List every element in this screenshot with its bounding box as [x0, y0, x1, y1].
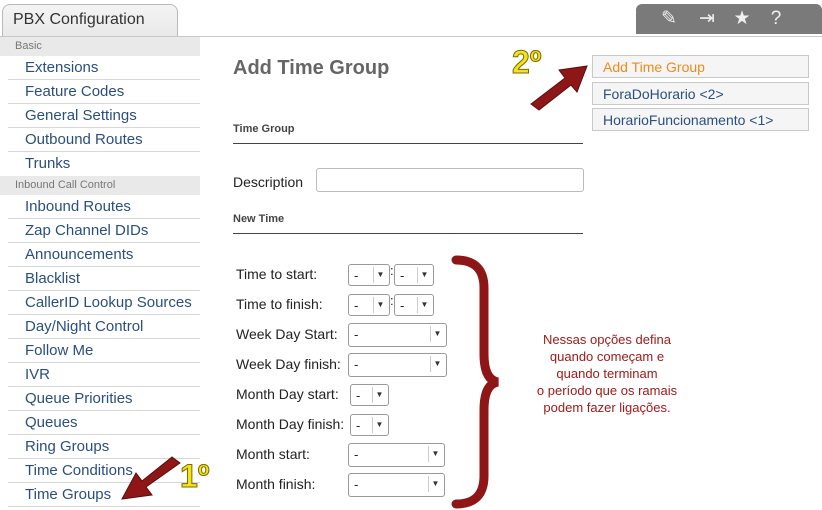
time-group-item-horariofuncionamento[interactable]: HorarioFuncionamento <1> [592, 108, 809, 131]
sidebar-item-general-settings[interactable]: General Settings [8, 104, 200, 128]
chevron-down-icon: ▼ [373, 267, 387, 283]
description-label: Description [233, 174, 304, 190]
month-day-start-label: Month Day start: [236, 386, 339, 402]
sidebar-item-blacklist[interactable]: Blacklist [8, 267, 200, 291]
sidebar-item-queues[interactable]: Queues [8, 411, 200, 435]
sidebar-item-follow-me[interactable]: Follow Me [8, 339, 200, 363]
chevron-down-icon: ▼ [428, 476, 442, 492]
curly-brace-icon [451, 255, 500, 509]
month-day-finish-select[interactable]: - ▼ [350, 414, 389, 436]
sidebar-section-inbound: Inbound Call Control [0, 176, 200, 195]
annotation-note: Nessas opções defina quando começam e qu… [520, 331, 694, 416]
sidebar-item-ivr[interactable]: IVR [8, 363, 200, 387]
sidebar-item-outbound-routes[interactable]: Outbound Routes [8, 128, 200, 152]
select-value: - [354, 298, 359, 313]
select-value: - [354, 357, 359, 372]
chevron-down-icon: ▼ [417, 297, 431, 313]
arrow-step1-icon [121, 456, 181, 500]
month-start-label: Month start: [236, 446, 310, 462]
select-value: - [354, 327, 359, 342]
select-value: - [354, 477, 359, 492]
select-value: - [356, 388, 361, 403]
chevron-down-icon: ▼ [430, 326, 444, 342]
help-icon[interactable]: ? [763, 7, 789, 31]
select-value: - [400, 268, 405, 283]
time-start-minute-select[interactable]: - ▼ [394, 264, 434, 286]
time-group-item-foradohorario[interactable]: ForaDoHorario <2> [592, 82, 809, 105]
chevron-down-icon: ▼ [428, 446, 442, 462]
select-value: - [354, 447, 359, 462]
month-day-start-select[interactable]: - ▼ [350, 384, 389, 406]
note-line: quando terminam [556, 366, 658, 381]
section-time-group: Time Group [233, 123, 583, 144]
week-start-label: Week Day Start: [236, 326, 338, 342]
step-2-marker: 2º [511, 44, 542, 81]
week-start-select[interactable]: - ▼ [348, 323, 447, 347]
top-bar: PBX Configuration ✎ ⇥ ★ ? [0, 0, 822, 38]
section-new-time: New Time [233, 213, 583, 234]
star-icon[interactable]: ★ [729, 7, 755, 31]
select-value: - [354, 268, 359, 283]
sidebar-item-zap-channel-dids[interactable]: Zap Channel DIDs [8, 219, 200, 243]
add-time-group-button[interactable]: Add Time Group [592, 55, 809, 78]
week-finish-select[interactable]: - ▼ [348, 353, 447, 377]
note-line: o período que os ramais [536, 383, 678, 398]
sidebar-section-basic: Basic [0, 37, 200, 56]
sidebar-item-queue-priorities[interactable]: Queue Priorities [8, 387, 200, 411]
chevron-down-icon: ▼ [373, 297, 387, 313]
sidebar-item-callerid-lookup[interactable]: CallerID Lookup Sources [8, 291, 200, 315]
sidebar-item-extensions[interactable]: Extensions [8, 56, 200, 80]
month-finish-label: Month finish: [236, 476, 316, 492]
sidebar-item-inbound-routes[interactable]: Inbound Routes [8, 195, 200, 219]
select-value: - [400, 298, 405, 313]
note-line: Nessas opções defina [543, 332, 671, 347]
chevron-down-icon: ▼ [372, 387, 386, 403]
description-input[interactable] [316, 168, 584, 192]
select-value: - [356, 418, 361, 433]
time-finish-hour-select[interactable]: - ▼ [348, 294, 390, 316]
sidebar-item-feature-codes[interactable]: Feature Codes [8, 80, 200, 104]
logout-icon[interactable]: ⇥ [694, 7, 720, 31]
week-finish-label: Week Day finish: [236, 356, 341, 372]
month-day-finish-label: Month Day finish: [236, 416, 345, 432]
sidebar-item-announcements[interactable]: Announcements [8, 243, 200, 267]
step-1-marker: 1º [179, 458, 210, 495]
chevron-down-icon: ▼ [372, 417, 386, 433]
chevron-down-icon: ▼ [430, 356, 444, 372]
chevron-down-icon: ▼ [417, 267, 431, 283]
toolbar: ✎ ⇥ ★ ? [636, 4, 822, 34]
note-line: podem fazer ligações. [543, 400, 671, 415]
month-start-select[interactable]: - ▼ [348, 443, 445, 467]
edit-icon[interactable]: ✎ [656, 7, 682, 31]
time-finish-minute-select[interactable]: - ▼ [394, 294, 434, 316]
time-start-label: Time to start: [236, 266, 318, 282]
note-line: quando começam e [549, 349, 665, 364]
month-finish-select[interactable]: - ▼ [348, 473, 445, 497]
page-title: Add Time Group [233, 57, 390, 79]
main-content: Add Time Group Time Group Description Ne… [200, 37, 822, 510]
time-start-hour-select[interactable]: - ▼ [348, 264, 390, 286]
sidebar: Basic Extensions Feature Codes General S… [0, 37, 200, 510]
sidebar-item-trunks[interactable]: Trunks [8, 152, 200, 176]
sidebar-item-day-night[interactable]: Day/Night Control [8, 315, 200, 339]
tab-pbx-configuration[interactable]: PBX Configuration [2, 4, 178, 38]
time-finish-label: Time to finish: [236, 296, 323, 312]
